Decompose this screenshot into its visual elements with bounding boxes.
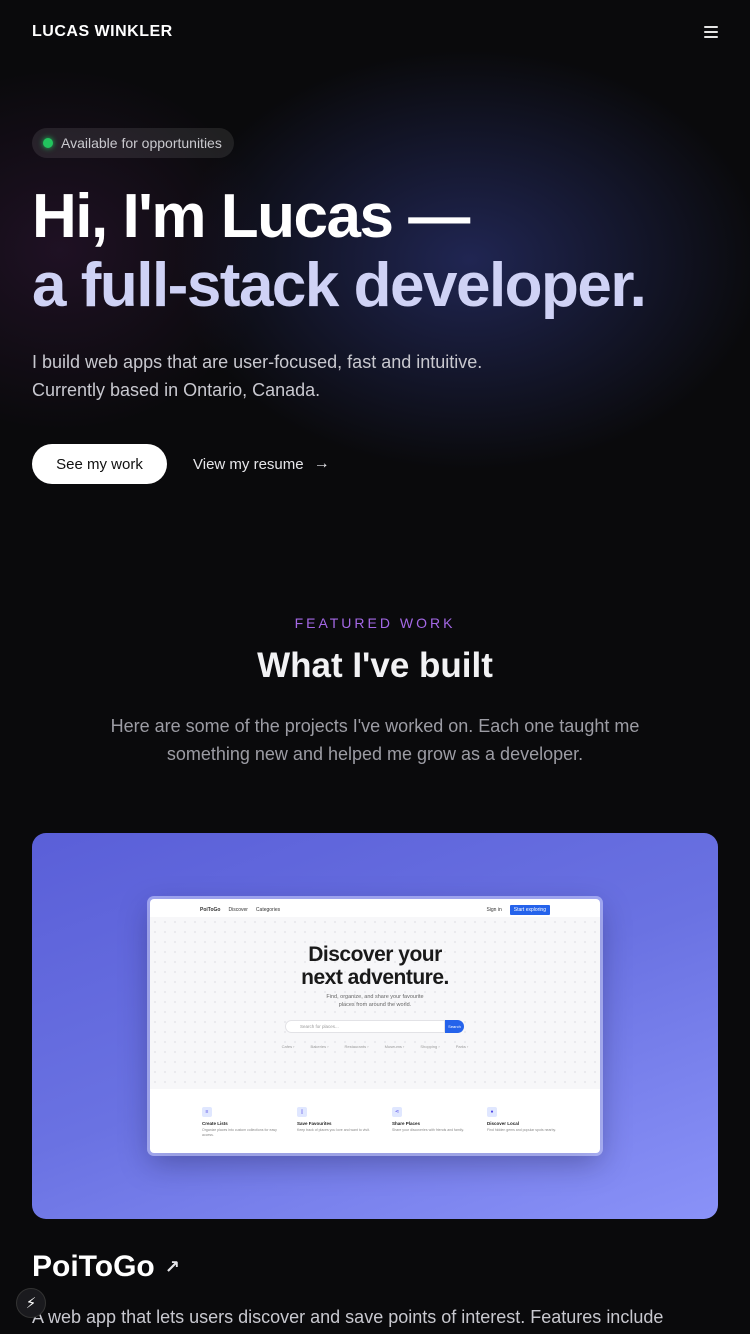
availability-text: Available for opportunities xyxy=(61,135,222,151)
view-resume-label: View my resume xyxy=(193,455,304,473)
share-icon: ⋖ xyxy=(392,1107,402,1117)
section-description: Here are some of the projects I've worke… xyxy=(110,716,640,764)
project-name: PoiToGo xyxy=(32,1250,155,1283)
mock-category: Parks › xyxy=(455,1044,469,1049)
headline-line-1: Hi, I'm Lucas — xyxy=(32,182,470,251)
list-icon: ≡ xyxy=(202,1107,212,1117)
mock-nav: PoiToGo Discover Categories Sign in Star… xyxy=(200,905,550,915)
hamburger-icon[interactable] xyxy=(704,26,718,38)
mock-feature-title: Save Favourites xyxy=(297,1121,332,1126)
bookmark-icon: ▯ xyxy=(297,1107,307,1117)
mock-cta: Start exploring xyxy=(509,905,550,915)
mock-sub-line-2: places from around the world. xyxy=(338,1002,412,1008)
mock-title-line-2: next adventure. xyxy=(301,966,449,989)
mock-features: ≡ Create Lists Organize places into cust… xyxy=(202,1107,562,1138)
project-description: A web app that lets users discover and s… xyxy=(32,1307,664,1327)
mock-feature-desc: Keep track of places you love and want t… xyxy=(297,1128,370,1132)
mock-logo: PoiToGo xyxy=(200,907,221,913)
top-bar: LUCAS WINKLER xyxy=(32,18,718,46)
section-kicker: FEATURED WORK xyxy=(294,615,456,631)
brand-logo[interactable]: LUCAS WINKLER xyxy=(32,23,173,41)
mock-nav-item: Discover xyxy=(228,907,248,913)
mock-feature: ≡ Create Lists Organize places into cust… xyxy=(202,1107,277,1138)
mock-category: Cafes › xyxy=(281,1044,295,1049)
section-title: What I've built xyxy=(257,646,493,685)
mock-feature-title: Create Lists xyxy=(202,1121,228,1126)
mock-categories: Cafes › Bakeries › Restaurants › Museums… xyxy=(150,1044,600,1049)
intro-line-1: I build web apps that are user-focused, … xyxy=(32,352,483,372)
mock-search-input: Search for places... xyxy=(285,1020,445,1033)
intro-line-2: Currently based in Ontario, Canada. xyxy=(32,380,321,400)
project-screenshot: PoiToGo Discover Categories Sign in Star… xyxy=(150,899,600,1153)
mock-sign-in: Sign in xyxy=(486,907,502,913)
mock-feature-title: Share Places xyxy=(392,1121,421,1126)
mock-feature-desc: Find hidden gems and popular spots nearb… xyxy=(487,1128,557,1132)
headline-line-2: a full-stack developer. xyxy=(32,251,647,320)
mock-category: Shopping › xyxy=(420,1044,440,1049)
mock-search-button: Search xyxy=(445,1020,464,1033)
mock-feature-desc: Share your discoveries with friends and … xyxy=(392,1128,464,1132)
mock-feature-title: Discover Local xyxy=(487,1121,520,1126)
mock-feature: ● Discover Local Find hidden gems and po… xyxy=(487,1107,562,1138)
pin-icon: ● xyxy=(487,1107,497,1117)
hero-intro: I build web apps that are user-focused, … xyxy=(32,348,632,404)
see-my-work-button[interactable]: See my work xyxy=(32,444,167,484)
mock-sub-line-1: Find, organize, and share your favourite xyxy=(326,994,424,1000)
status-dot-icon xyxy=(43,138,53,148)
mock-category: Restaurants › xyxy=(344,1044,369,1049)
mock-title: Discover your next adventure. xyxy=(150,943,600,989)
mock-category: Bakeries › xyxy=(310,1044,329,1049)
mock-feature: ▯ Save Favourites Keep track of places y… xyxy=(297,1107,372,1138)
hero-headline: Hi, I'm Lucas — a full-stack developer. xyxy=(32,182,732,320)
mock-feature-desc: Organize places into custom collections … xyxy=(202,1128,277,1137)
mock-nav-item: Categories xyxy=(255,907,281,913)
project-title-link[interactable]: PoiToGo ↗ xyxy=(32,1250,180,1284)
mock-title-line-1: Discover your xyxy=(308,943,442,966)
mock-category: Museums › xyxy=(384,1044,405,1049)
mock-feature: ⋖ Share Places Share your discoveries wi… xyxy=(392,1107,467,1138)
lightning-icon[interactable]: ⚡ xyxy=(16,1288,46,1318)
project-card-poitogo[interactable]: PoiToGo Discover Categories Sign in Star… xyxy=(32,833,718,1219)
external-link-icon: ↗ xyxy=(164,1256,180,1277)
view-resume-link[interactable]: View my resume → xyxy=(193,444,330,484)
arrow-right-icon: → xyxy=(313,455,330,472)
mock-subtitle: Find, organize, and share your favourite… xyxy=(150,993,600,1009)
availability-badge: Available for opportunities xyxy=(32,128,234,158)
